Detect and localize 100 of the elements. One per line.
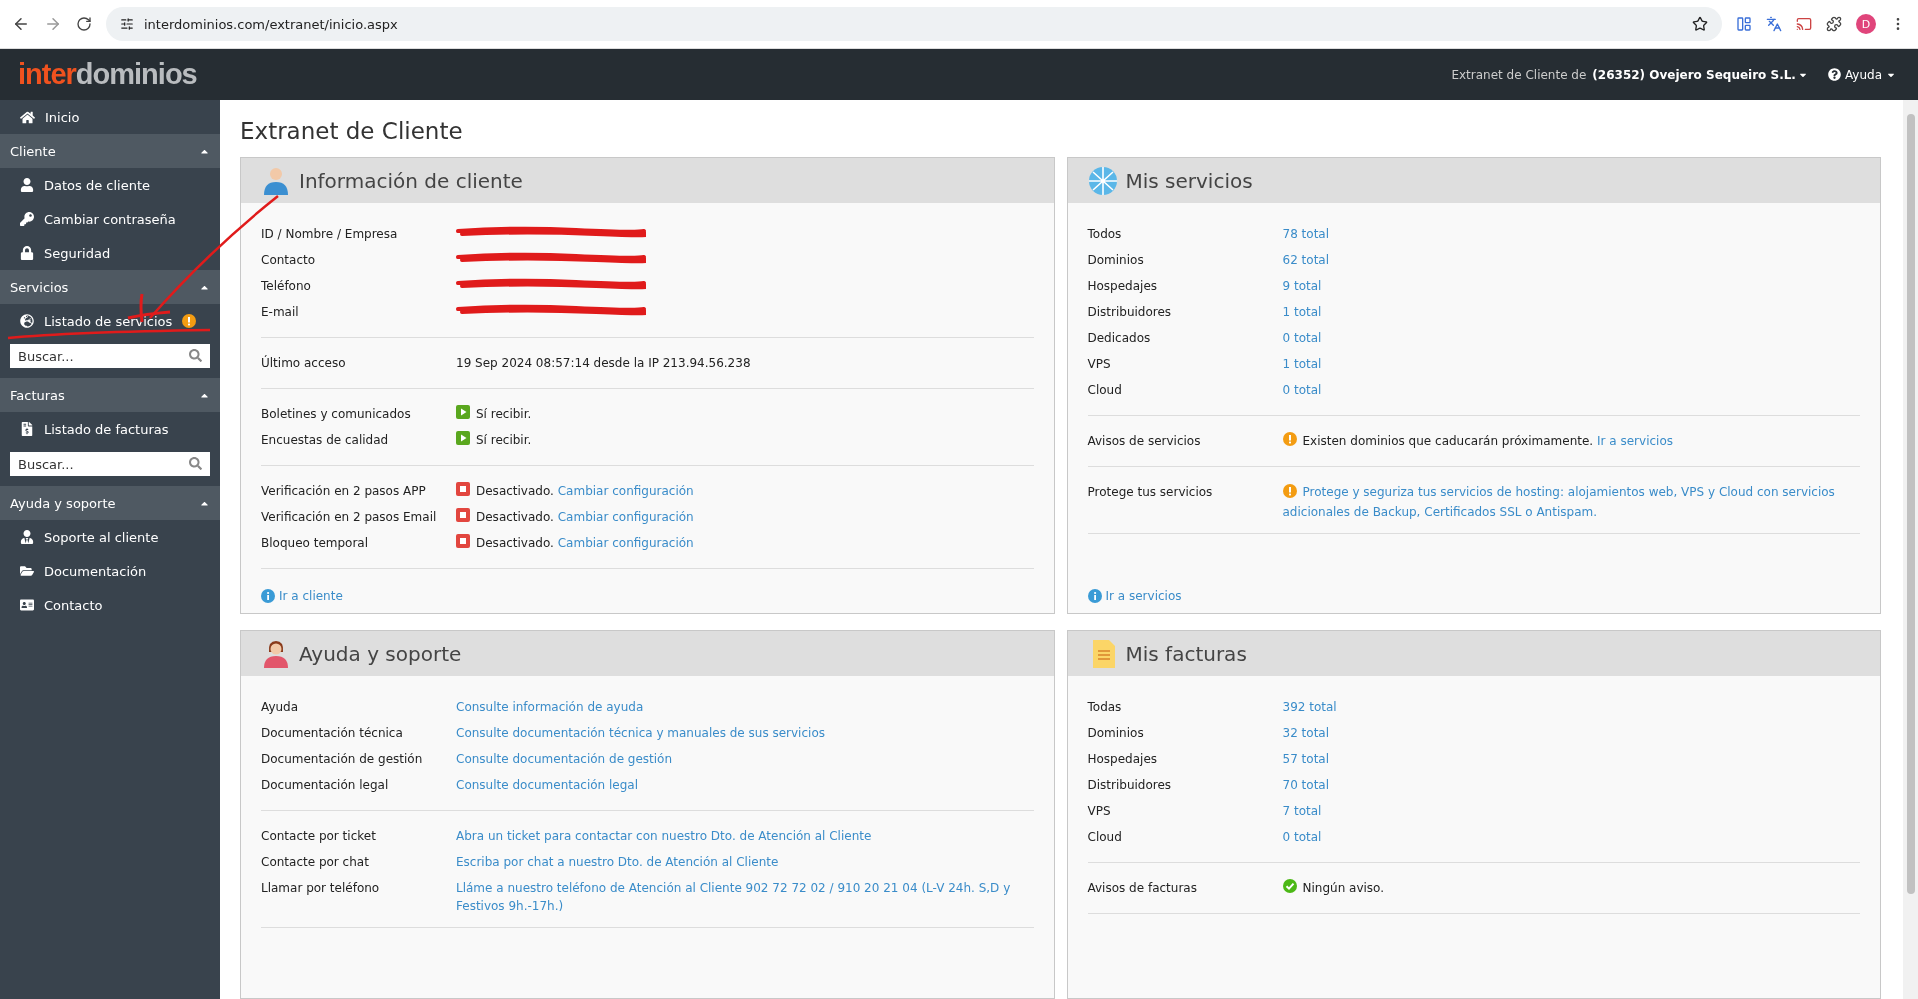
value-link[interactable]: 0 total	[1282, 329, 1322, 347]
field-label: Encuestas de calidad	[261, 432, 390, 449]
value-link[interactable]: 7 total	[1282, 802, 1322, 820]
status-link[interactable]: Cambiar configuración	[557, 510, 694, 524]
value-link[interactable]: 57 total	[1282, 750, 1330, 768]
field-label: Distribuidores	[1087, 304, 1173, 321]
field-label: Hospedajes	[1087, 751, 1159, 768]
status-text: Existen dominios que caducarán próximamente.	[1302, 434, 1594, 448]
sidebar-item[interactable]: Datos de cliente	[0, 168, 220, 202]
search-field[interactable]: Buscar...	[10, 452, 210, 476]
status-link[interactable]: Ir a servicios	[1597, 434, 1673, 448]
panel-title: Mis servicios	[1125, 168, 1253, 193]
account-menu[interactable]: (26352) Ovejero Sequeiro S.L.	[1592, 67, 1808, 82]
value-link[interactable]: 0 total	[1282, 828, 1322, 846]
value-link[interactable]: Consulte documentación de gestión	[456, 750, 673, 768]
translate-icon[interactable]	[1766, 16, 1782, 32]
field-label: Verificación en 2 pasos APP	[261, 483, 427, 500]
status-text: Ningún aviso.	[1302, 881, 1385, 895]
value-link[interactable]: 392 total	[1282, 698, 1337, 716]
value-link[interactable]: 62 total	[1282, 251, 1330, 269]
value-link[interactable]: 1 total	[1282, 303, 1322, 321]
search-icon[interactable]	[189, 349, 202, 362]
status-text: Desactivado.	[476, 536, 554, 550]
scrollbar[interactable]	[1903, 100, 1918, 999]
field-label: Cloud	[1087, 382, 1123, 399]
value-link[interactable]: Consulte documentación técnica y manuales de sus servicios	[456, 724, 825, 742]
search-icon[interactable]	[189, 457, 202, 470]
invoice-icon	[20, 422, 34, 436]
status-link[interactable]: Protege y seguriza tus servicios de hosting: alojamientos web, VPS y Cloud con servicios adicionales de Backup, Certificados SSL o Antispam.	[1282, 483, 1860, 521]
search-field[interactable]: Buscar...	[10, 344, 210, 368]
help-icon	[1827, 68, 1841, 81]
cast-icon[interactable]	[1796, 16, 1812, 32]
panel-title: Información de cliente	[299, 168, 523, 193]
sidebar-item[interactable]: Contacto	[0, 588, 220, 622]
sidebar-section-header[interactable]: Cliente	[0, 134, 220, 168]
value-link[interactable]: 32 total	[1282, 724, 1330, 742]
field-label: VPS	[1087, 803, 1112, 820]
value-link[interactable]: Escriba por chat a nuestro Dto. de Atención al Cliente	[456, 853, 779, 871]
woman-icon	[261, 638, 291, 669]
profile-avatar[interactable]: D	[1856, 14, 1876, 34]
value-link[interactable]: Abra un ticket para contactar con nuestro Dto. de Atención al Cliente	[456, 827, 872, 845]
status-text: Desactivado.	[476, 484, 554, 498]
sidebar-item[interactable]: Inicio	[0, 100, 220, 134]
sidebar-item[interactable]: Soporte al cliente	[0, 520, 220, 554]
sidebar-section-header[interactable]: Servicios	[0, 270, 220, 304]
field-label: Boletines y comunicados	[261, 406, 412, 423]
field-value: 19 Sep 2024 08:57:14 desde la IP 213.94.56.238	[456, 355, 751, 372]
field-label: Dedicados	[1087, 330, 1152, 347]
field-label: Protege tus servicios	[1087, 484, 1214, 501]
folder-icon	[20, 564, 34, 578]
sidebar-item[interactable]: Documentación	[0, 554, 220, 588]
field-label: Documentación técnica	[261, 725, 404, 742]
value-link[interactable]: 9 total	[1282, 277, 1322, 295]
info-icon	[1087, 589, 1102, 603]
field-label: Avisos de facturas	[1087, 880, 1198, 897]
site-settings-icon[interactable]	[120, 17, 134, 31]
section-title: Servicios	[10, 279, 69, 295]
field-label: Cloud	[1087, 829, 1123, 846]
value-link[interactable]: 1 total	[1282, 355, 1322, 373]
sidebar-item[interactable]: Listado de facturas	[0, 412, 220, 446]
page-title: Extranet de Cliente	[240, 118, 464, 144]
field-label: Bloqueo temporal	[261, 535, 370, 552]
panel-title: Ayuda y soporte	[299, 641, 462, 666]
field-label: Ayuda	[261, 699, 300, 716]
warning-icon	[182, 314, 197, 328]
forward-icon[interactable]	[44, 15, 62, 33]
sidebar-item[interactable]: Cambiar contraseña	[0, 202, 220, 236]
sidebar-section-header[interactable]: Ayuda y soporte	[0, 486, 220, 520]
field-label: Hospedajes	[1087, 278, 1159, 295]
field-label: Dominios	[1087, 725, 1145, 742]
sidebar-section-header[interactable]: Facturas	[0, 378, 220, 412]
footer-link[interactable]: Ir a servicios	[1105, 589, 1182, 603]
footer-link[interactable]: Ir a cliente	[279, 589, 343, 603]
field-label: Dominios	[1087, 252, 1145, 269]
sidebar-item[interactable]: Listado de servicios	[0, 304, 220, 338]
puzzle-icon[interactable]	[1826, 16, 1842, 32]
lock-icon	[20, 246, 34, 260]
value-link[interactable]: Lláme a nuestro teléfono de Atención al Cliente 902 72 72 02 / 910 20 21 04 (L-V 24h. S,D y Festivos 9h.-17h.)	[456, 879, 1034, 915]
status-link[interactable]: Cambiar configuración	[557, 484, 694, 498]
value-link[interactable]: Consulte documentación legal	[456, 776, 639, 794]
back-icon[interactable]	[12, 15, 30, 33]
value-link[interactable]: 70 total	[1282, 776, 1330, 794]
value-link[interactable]: Consulte información de ayuda	[456, 698, 644, 716]
value-link[interactable]: 78 total	[1282, 225, 1330, 243]
sidebar-item[interactable]: Seguridad	[0, 236, 220, 270]
home-icon	[20, 109, 35, 125]
help-menu[interactable]: Ayuda	[1827, 67, 1896, 82]
key-icon	[20, 212, 34, 226]
support-agent-icon	[20, 530, 34, 544]
address-bar[interactable]: interdominios.com/extranet/inicio.aspx	[106, 7, 1722, 41]
bookmark-star-icon[interactable]	[1692, 16, 1708, 32]
status-link[interactable]: Cambiar configuración	[557, 536, 694, 550]
field-label: VPS	[1087, 356, 1112, 373]
extension-icon[interactable]	[1736, 16, 1752, 32]
reload-icon[interactable]	[76, 16, 92, 32]
site-logo[interactable]: interdominios	[18, 58, 197, 91]
section-title: Ayuda y soporte	[10, 495, 116, 511]
value-link[interactable]: 0 total	[1282, 381, 1322, 399]
field-label: Contacte por ticket	[261, 828, 377, 845]
field-label: Teléfono	[261, 278, 312, 295]
